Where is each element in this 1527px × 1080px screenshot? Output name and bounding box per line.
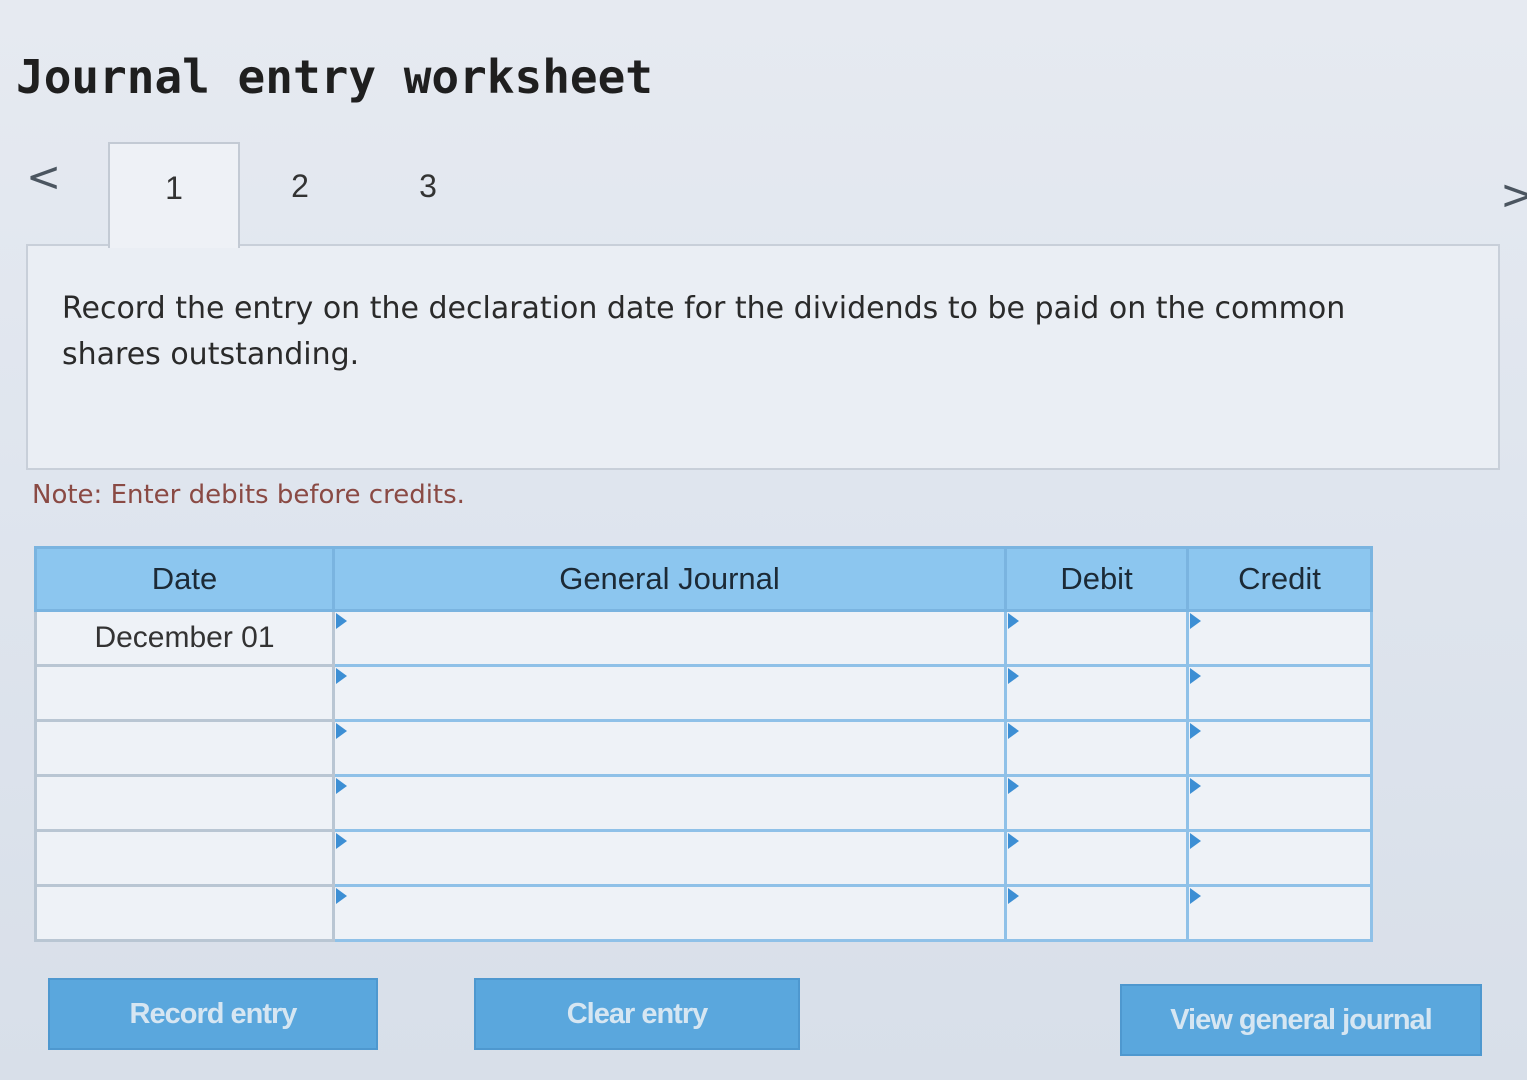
instruction-note: Note: Enter debits before credits. bbox=[32, 480, 465, 510]
input-marker-icon bbox=[1008, 613, 1019, 629]
column-header-date: Date bbox=[34, 546, 335, 612]
account-input[interactable] bbox=[335, 612, 1004, 664]
credit-cell[interactable] bbox=[1186, 829, 1373, 887]
account-input[interactable] bbox=[335, 832, 1004, 884]
debit-input[interactable] bbox=[1007, 777, 1186, 829]
dropdown-marker-icon bbox=[336, 668, 347, 684]
table-row bbox=[34, 719, 1373, 777]
account-input[interactable] bbox=[335, 722, 1004, 774]
credit-input[interactable] bbox=[1189, 667, 1370, 719]
debit-input[interactable] bbox=[1007, 887, 1186, 939]
column-header-credit: Credit bbox=[1186, 546, 1373, 612]
table-header-row: Date General Journal Debit Credit bbox=[34, 546, 1373, 612]
dropdown-marker-icon bbox=[336, 723, 347, 739]
input-marker-icon bbox=[1190, 613, 1201, 629]
debit-cell[interactable] bbox=[1004, 609, 1189, 667]
date-cell bbox=[34, 664, 335, 722]
credit-input[interactable] bbox=[1189, 832, 1370, 884]
debit-cell[interactable] bbox=[1004, 719, 1189, 777]
debit-input[interactable] bbox=[1007, 832, 1186, 884]
debit-cell[interactable] bbox=[1004, 829, 1189, 887]
credit-cell[interactable] bbox=[1186, 664, 1373, 722]
debit-cell[interactable] bbox=[1004, 664, 1189, 722]
debit-cell[interactable] bbox=[1004, 884, 1189, 942]
date-cell: December 01 bbox=[34, 609, 335, 667]
credit-input[interactable] bbox=[1189, 722, 1370, 774]
date-cell bbox=[34, 884, 335, 942]
input-marker-icon bbox=[1008, 888, 1019, 904]
input-marker-icon bbox=[1190, 833, 1201, 849]
journal-entry-table: Date General Journal Debit Credit Decemb… bbox=[34, 546, 1373, 942]
input-marker-icon bbox=[1190, 778, 1201, 794]
table-row: December 01 bbox=[34, 609, 1373, 667]
input-marker-icon bbox=[1008, 833, 1019, 849]
credit-input[interactable] bbox=[1189, 887, 1370, 939]
tab-1[interactable]: 1 bbox=[108, 142, 240, 248]
column-header-general-journal: General Journal bbox=[332, 546, 1007, 612]
table-row bbox=[34, 774, 1373, 832]
account-input[interactable] bbox=[335, 777, 1004, 829]
dropdown-marker-icon bbox=[336, 833, 347, 849]
column-header-debit: Debit bbox=[1004, 546, 1189, 612]
input-marker-icon bbox=[1190, 668, 1201, 684]
account-cell[interactable] bbox=[332, 609, 1007, 667]
worksheet-page: Journal entry worksheet < > 1 2 3 Record… bbox=[0, 0, 1527, 1080]
credit-cell[interactable] bbox=[1186, 609, 1373, 667]
dropdown-marker-icon bbox=[336, 778, 347, 794]
input-marker-icon bbox=[1190, 888, 1201, 904]
date-cell bbox=[34, 774, 335, 832]
chevron-left-icon[interactable]: < bbox=[26, 156, 61, 198]
credit-input[interactable] bbox=[1189, 612, 1370, 664]
view-general-journal-button[interactable]: View general journal bbox=[1120, 984, 1482, 1056]
credit-cell[interactable] bbox=[1186, 719, 1373, 777]
account-cell[interactable] bbox=[332, 884, 1007, 942]
debit-cell[interactable] bbox=[1004, 774, 1189, 832]
account-cell[interactable] bbox=[332, 829, 1007, 887]
table-row bbox=[34, 829, 1373, 887]
input-marker-icon bbox=[1008, 723, 1019, 739]
credit-input[interactable] bbox=[1189, 777, 1370, 829]
date-cell bbox=[34, 719, 335, 777]
input-marker-icon bbox=[1008, 778, 1019, 794]
question-text: Record the entry on the declaration date… bbox=[62, 291, 1346, 372]
debit-input[interactable] bbox=[1007, 667, 1186, 719]
record-entry-button[interactable]: Record entry bbox=[48, 978, 378, 1050]
input-marker-icon bbox=[1008, 668, 1019, 684]
dropdown-marker-icon bbox=[336, 888, 347, 904]
credit-cell[interactable] bbox=[1186, 884, 1373, 942]
page-title: Journal entry worksheet bbox=[16, 50, 653, 104]
debit-input[interactable] bbox=[1007, 722, 1186, 774]
chevron-right-icon[interactable]: > bbox=[1500, 174, 1527, 216]
date-cell bbox=[34, 829, 335, 887]
account-cell[interactable] bbox=[332, 719, 1007, 777]
tab-2[interactable]: 2 bbox=[236, 142, 364, 246]
account-cell[interactable] bbox=[332, 774, 1007, 832]
debit-input[interactable] bbox=[1007, 612, 1186, 664]
credit-cell[interactable] bbox=[1186, 774, 1373, 832]
tab-3[interactable]: 3 bbox=[364, 142, 492, 246]
input-marker-icon bbox=[1190, 723, 1201, 739]
dropdown-marker-icon bbox=[336, 613, 347, 629]
account-input[interactable] bbox=[335, 667, 1004, 719]
table-row bbox=[34, 884, 1373, 942]
account-input[interactable] bbox=[335, 887, 1004, 939]
table-row bbox=[34, 664, 1373, 722]
question-panel: Record the entry on the declaration date… bbox=[26, 244, 1500, 470]
clear-entry-button[interactable]: Clear entry bbox=[474, 978, 800, 1050]
account-cell[interactable] bbox=[332, 664, 1007, 722]
